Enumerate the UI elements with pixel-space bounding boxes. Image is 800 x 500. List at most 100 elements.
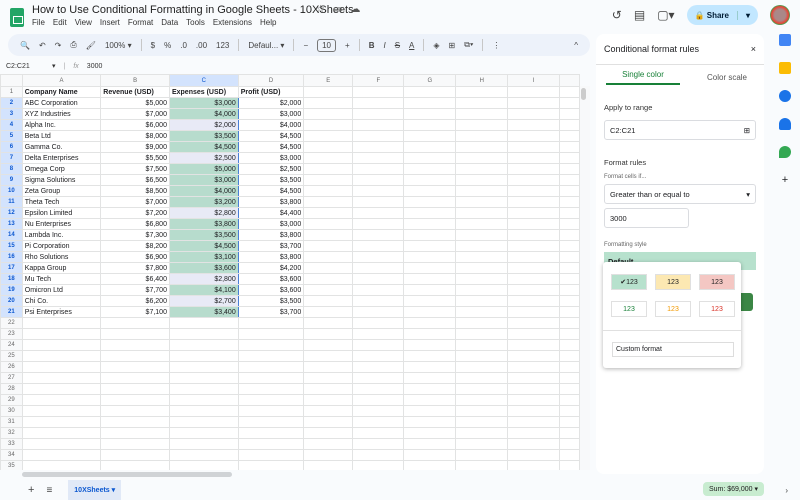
cell[interactable] xyxy=(508,142,560,153)
cell[interactable] xyxy=(304,120,353,131)
cell[interactable]: $4,000 xyxy=(169,109,238,120)
cell[interactable]: $3,500 xyxy=(169,230,238,241)
cell[interactable] xyxy=(101,406,170,417)
cell[interactable] xyxy=(404,175,456,186)
cell[interactable] xyxy=(304,439,353,450)
row-header[interactable]: 6 xyxy=(1,142,23,153)
cell[interactable] xyxy=(404,307,456,318)
row-header[interactable]: 3 xyxy=(1,109,23,120)
cell[interactable] xyxy=(353,208,404,219)
cell[interactable] xyxy=(404,274,456,285)
column-header-d[interactable]: D xyxy=(238,75,304,87)
borders-icon[interactable]: ⊞ xyxy=(449,41,456,50)
cell[interactable] xyxy=(560,109,580,120)
cell[interactable]: $4,000 xyxy=(238,120,304,131)
name-box[interactable]: C2:C21 xyxy=(6,63,44,70)
cell[interactable]: $3,000 xyxy=(169,98,238,109)
cell[interactable] xyxy=(404,406,456,417)
cell[interactable] xyxy=(404,241,456,252)
menu-edit[interactable]: Edit xyxy=(53,18,67,27)
cell[interactable] xyxy=(101,329,170,340)
cell[interactable] xyxy=(456,142,508,153)
cell[interactable] xyxy=(353,450,404,461)
cell[interactable] xyxy=(456,406,508,417)
tasks-icon[interactable] xyxy=(779,90,791,102)
row-header[interactable]: 26 xyxy=(1,362,23,373)
cell[interactable] xyxy=(304,175,353,186)
cell[interactable] xyxy=(238,428,304,439)
cell[interactable] xyxy=(560,285,580,296)
cell[interactable] xyxy=(456,197,508,208)
cell[interactable] xyxy=(560,274,580,285)
cell[interactable] xyxy=(353,362,404,373)
cell[interactable] xyxy=(304,263,353,274)
cell[interactable] xyxy=(353,241,404,252)
cell[interactable] xyxy=(508,186,560,197)
cell[interactable] xyxy=(353,340,404,351)
cell[interactable] xyxy=(169,428,238,439)
cell[interactable]: $3,800 xyxy=(169,219,238,230)
currency-button[interactable]: $ xyxy=(151,41,155,50)
cell[interactable] xyxy=(353,153,404,164)
cell[interactable] xyxy=(456,373,508,384)
cell[interactable] xyxy=(353,285,404,296)
cell[interactable] xyxy=(508,307,560,318)
column-header-c[interactable]: C xyxy=(169,75,238,87)
cell[interactable] xyxy=(560,263,580,274)
cell[interactable] xyxy=(456,109,508,120)
cell[interactable] xyxy=(404,384,456,395)
cell[interactable] xyxy=(508,197,560,208)
cell[interactable] xyxy=(508,241,560,252)
cell[interactable] xyxy=(353,263,404,274)
row-header[interactable]: 2 xyxy=(1,98,23,109)
cell[interactable]: $6,800 xyxy=(101,219,170,230)
cell[interactable] xyxy=(508,340,560,351)
cell[interactable] xyxy=(101,340,170,351)
cell[interactable] xyxy=(456,208,508,219)
row-header[interactable]: 21 xyxy=(1,307,23,318)
column-header-partial[interactable] xyxy=(560,75,580,87)
column-header-h[interactable]: H xyxy=(456,75,508,87)
cell[interactable] xyxy=(169,450,238,461)
cell[interactable] xyxy=(22,439,101,450)
row-header[interactable]: 24 xyxy=(1,340,23,351)
collapse-toolbar-icon[interactable]: ^ xyxy=(574,41,578,50)
cell[interactable] xyxy=(304,230,353,241)
cell[interactable] xyxy=(353,406,404,417)
cell[interactable] xyxy=(508,406,560,417)
header-cell[interactable]: Profit (USD) xyxy=(238,87,304,98)
row-header[interactable]: 9 xyxy=(1,175,23,186)
cell[interactable] xyxy=(238,329,304,340)
row-header[interactable]: 27 xyxy=(1,373,23,384)
cell[interactable] xyxy=(560,450,580,461)
cell[interactable] xyxy=(353,98,404,109)
star-icon[interactable]: ☆ xyxy=(316,4,325,15)
cell[interactable] xyxy=(169,406,238,417)
cell[interactable] xyxy=(456,164,508,175)
cell[interactable]: $6,500 xyxy=(101,175,170,186)
cell[interactable]: $6,000 xyxy=(101,120,170,131)
cell[interactable]: $3,100 xyxy=(169,252,238,263)
row-header[interactable]: 11 xyxy=(1,197,23,208)
add-sheet-icon[interactable]: + xyxy=(28,484,34,496)
style-swatch[interactable]: 123 xyxy=(655,274,691,290)
cell[interactable] xyxy=(560,120,580,131)
cell[interactable] xyxy=(353,373,404,384)
cell[interactable] xyxy=(169,329,238,340)
cell[interactable]: $5,000 xyxy=(169,164,238,175)
cell[interactable] xyxy=(304,142,353,153)
cell[interactable] xyxy=(304,395,353,406)
cell[interactable]: $3,800 xyxy=(238,252,304,263)
cell[interactable]: $2,500 xyxy=(238,164,304,175)
cell[interactable] xyxy=(353,131,404,142)
cell[interactable] xyxy=(169,439,238,450)
row-header[interactable]: 4 xyxy=(1,120,23,131)
cell[interactable] xyxy=(304,164,353,175)
name-box-dropdown-icon[interactable]: ▾ xyxy=(52,62,56,70)
cell[interactable] xyxy=(508,263,560,274)
cell[interactable] xyxy=(101,450,170,461)
menu-data[interactable]: Data xyxy=(161,18,178,27)
column-header-a[interactable]: A xyxy=(22,75,101,87)
cell[interactable]: $6,400 xyxy=(101,274,170,285)
row-header[interactable]: 23 xyxy=(1,329,23,340)
